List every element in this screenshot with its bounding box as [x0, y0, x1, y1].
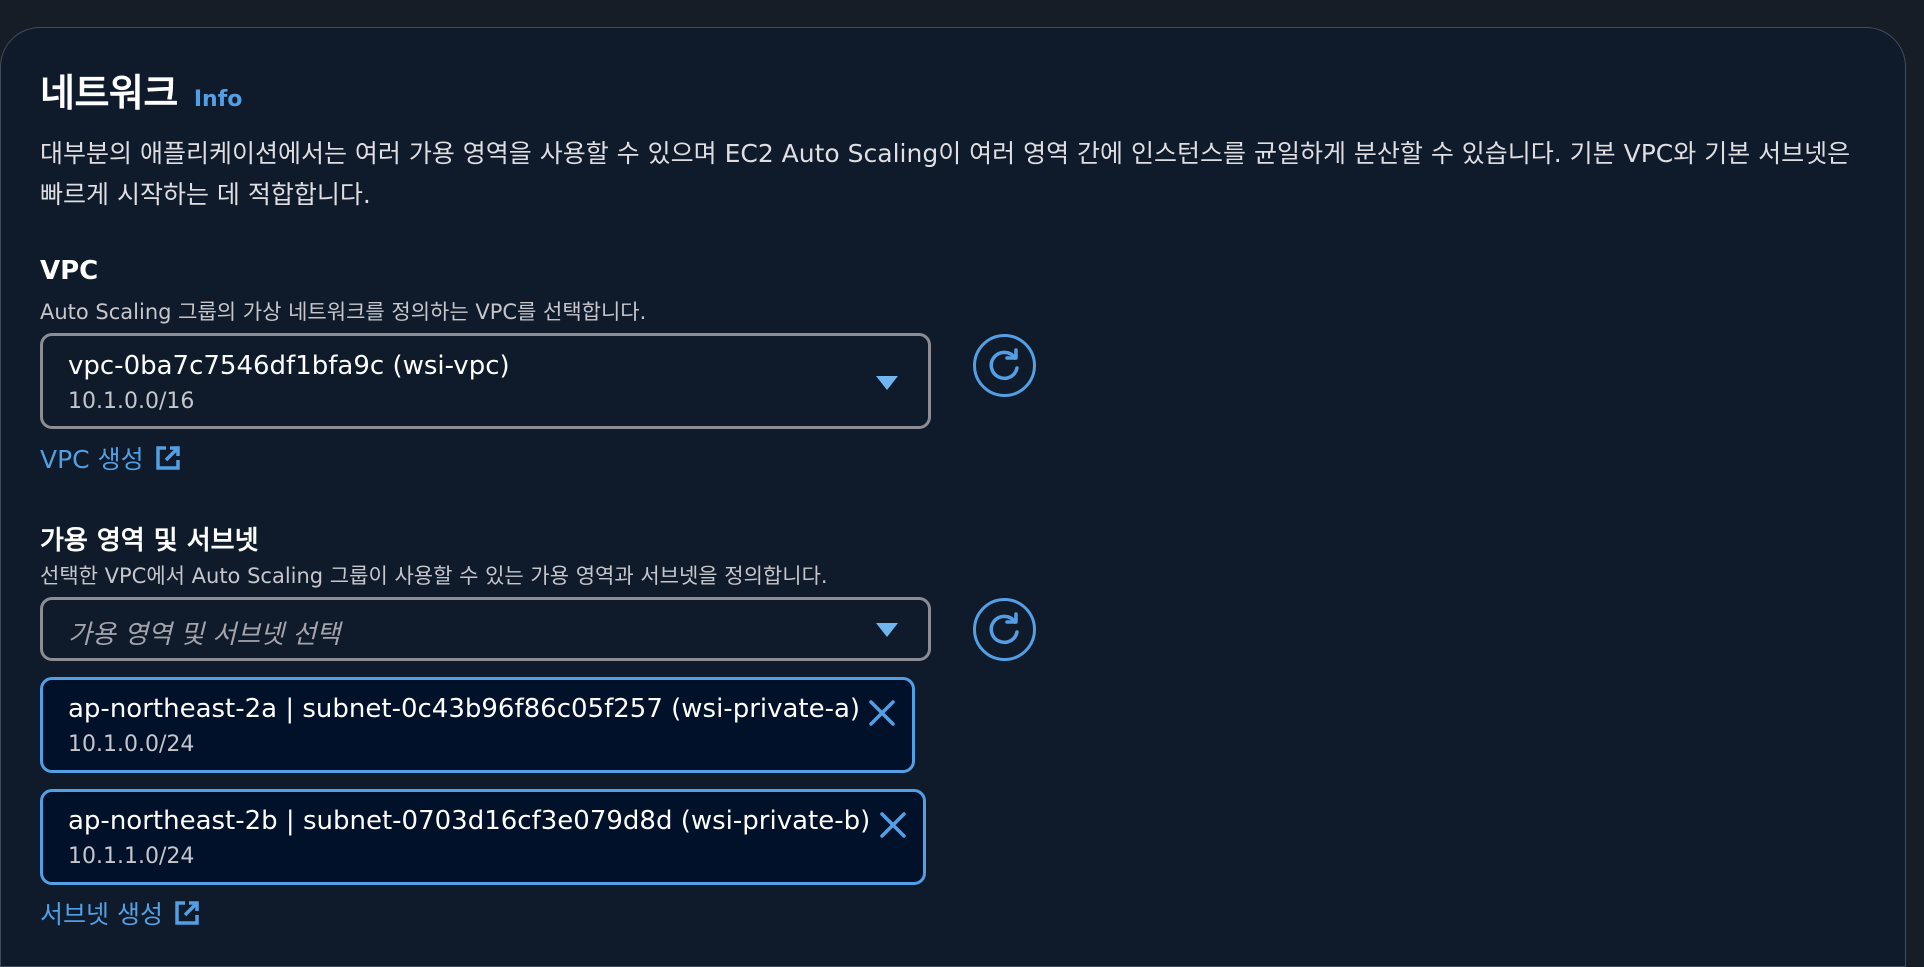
create-vpc-link[interactable]: VPC 생성	[40, 440, 182, 476]
create-vpc-label: VPC 생성	[40, 445, 144, 474]
external-link-icon	[155, 446, 180, 470]
subnets-description: 선택한 VPC에서 Auto Scaling 그룹이 사용할 수 있는 가용 영…	[40, 564, 828, 588]
caret-down-icon	[876, 623, 898, 637]
subnet-select-placeholder: 가용 영역 및 서브넷 선택	[68, 620, 341, 650]
subnet-token-name: ap-northeast-2a | subnet-0c43b96f86c05f2…	[68, 694, 861, 724]
refresh-icon	[989, 347, 1019, 380]
create-subnet-label: 서브넷 생성	[40, 900, 163, 929]
subnet-token: ap-northeast-2a | subnet-0c43b96f86c05f2…	[40, 677, 915, 773]
section-title: 네트워크	[40, 71, 178, 115]
create-subnet-link[interactable]: 서브넷 생성	[40, 895, 201, 931]
vpc-selected-value: vpc-0ba7c7546df1bfa9c (wsi-vpc)	[68, 351, 510, 381]
vpc-select[interactable]: vpc-0ba7c7546df1bfa9c (wsi-vpc) 10.1.0.0…	[40, 333, 931, 429]
subnet-token-cidr: 10.1.0.0/24	[68, 732, 195, 757]
vpc-refresh-button[interactable]	[973, 334, 1036, 397]
caret-down-icon	[876, 376, 898, 390]
vpc-label: VPC	[40, 256, 99, 286]
external-link-icon	[175, 901, 199, 925]
subnet-select[interactable]: 가용 영역 및 서브넷 선택	[40, 597, 931, 661]
subnet-token: ap-northeast-2b | subnet-0703d16cf3e079d…	[40, 789, 926, 885]
close-icon[interactable]	[865, 696, 899, 730]
subnet-token-name: ap-northeast-2b | subnet-0703d16cf3e079d…	[68, 806, 871, 836]
refresh-icon	[989, 611, 1019, 644]
subnets-label: 가용 영역 및 서브넷	[40, 526, 259, 556]
vpc-description: Auto Scaling 그룹의 가상 네트워크를 정의하는 VPC를 선택합니…	[40, 300, 647, 324]
section-header: 네트워크 Info	[40, 62, 242, 117]
vpc-selected-cidr: 10.1.0.0/16	[68, 389, 195, 414]
subnet-refresh-button[interactable]	[973, 598, 1036, 661]
section-description: 대부분의 애플리케이션에서는 여러 가용 영역을 사용할 수 있으며 EC2 A…	[40, 139, 1851, 209]
info-link[interactable]: Info	[194, 87, 243, 112]
close-icon[interactable]	[876, 808, 910, 842]
subnet-token-cidr: 10.1.1.0/24	[68, 844, 195, 869]
